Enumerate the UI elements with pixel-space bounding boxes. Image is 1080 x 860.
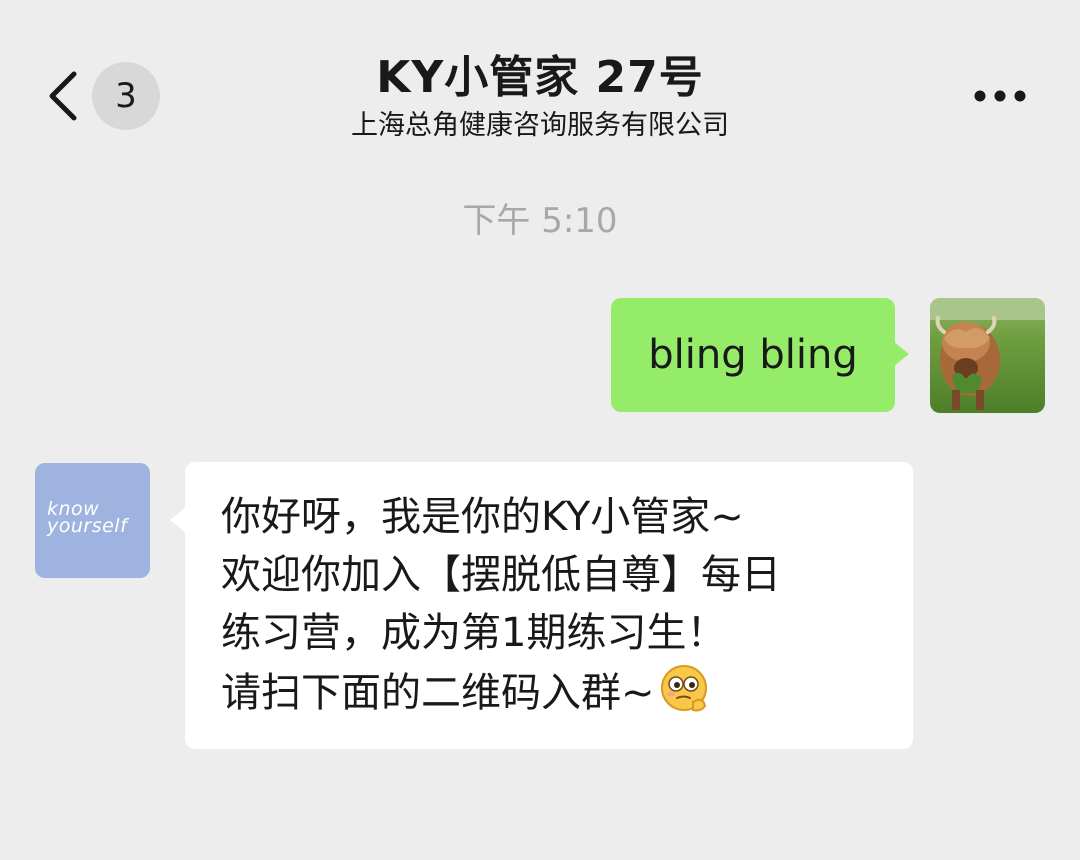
message-timestamp: 下午 5:10 bbox=[462, 201, 618, 241]
user-avatar[interactable] bbox=[930, 298, 1045, 413]
message-bubble-outgoing[interactable]: bling bling bbox=[611, 298, 909, 412]
message-line-text: 请扫下面的二维码入群~ bbox=[221, 670, 655, 716]
chat-header: 3 KY小管家 27号 上海总角健康咨询服务有限公司 bbox=[0, 0, 1080, 160]
message-row-outgoing: bling bling bbox=[0, 296, 1080, 416]
more-dots-icon[interactable] bbox=[970, 78, 1030, 114]
chat-subtitle: 上海总角健康咨询服务有限公司 bbox=[351, 110, 729, 141]
message-line: 你好呀，我是你的KY小管家~ bbox=[221, 494, 744, 540]
message-bubble-incoming[interactable]: 你好呀，我是你的KY小管家~ 欢迎你加入【摆脱低自尊】每日 练习营，成为第1期练… bbox=[170, 462, 913, 749]
highland-cow-photo bbox=[930, 298, 1045, 413]
thinking-face-emoji-icon bbox=[660, 665, 707, 712]
message-line: 欢迎你加入【摆脱低自尊】每日 bbox=[221, 552, 781, 598]
chat-title: KY小管家 27号 bbox=[376, 52, 704, 103]
message-row-incoming: know yourself 你好呀，我是你的KY小管家~ 欢迎你加入【摆脱低自尊… bbox=[0, 460, 1080, 760]
contact-avatar[interactable]: know yourself bbox=[35, 463, 150, 578]
avatar-logo-text-line2: yourself bbox=[47, 515, 128, 537]
message-line: 练习营，成为第1期练习生！ bbox=[221, 610, 727, 656]
message-line-last: 请扫下面的二维码入群~ bbox=[221, 662, 893, 722]
